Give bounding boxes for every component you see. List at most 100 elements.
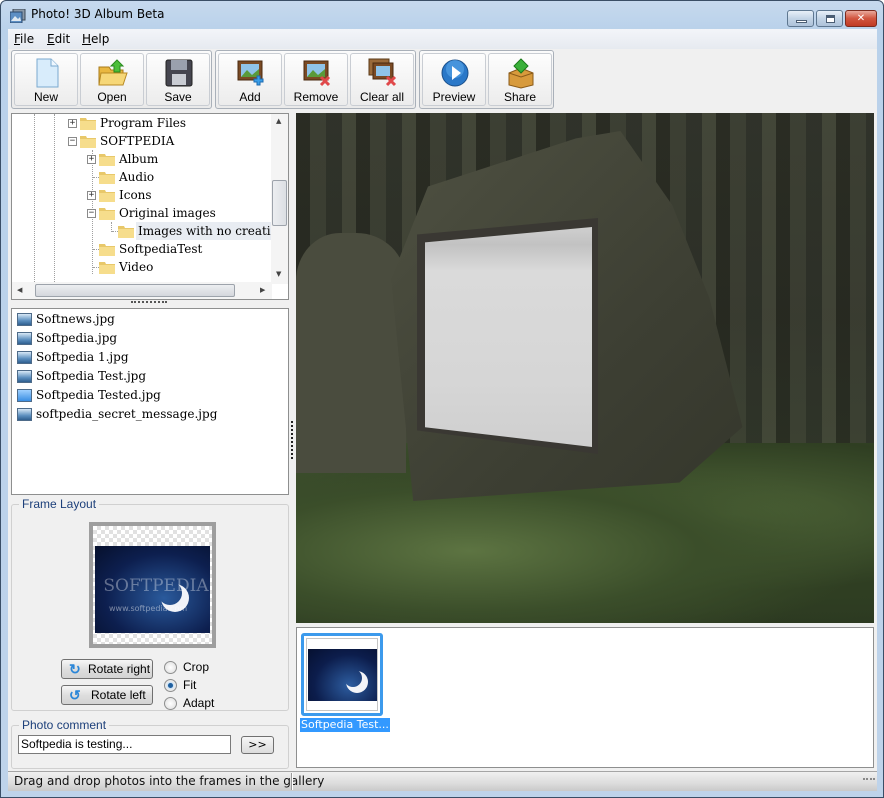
file-name: Softpedia Tested.jpg [36,388,161,402]
collapse-icon[interactable]: − [87,209,96,218]
scroll-left-icon[interactable]: ◀ [17,286,22,294]
open-label: Open [97,90,127,104]
file-name: Softpedia.jpg [36,331,118,345]
scroll-down-icon[interactable]: ▼ [276,270,281,278]
crop-radio[interactable] [164,661,177,674]
photo-comment-input[interactable]: Softpedia is testing... [18,735,231,754]
maximize-button[interactable] [816,10,843,27]
status-text: Drag and drop photos into the frames in … [14,774,325,788]
folder-icon [99,190,115,202]
folder-tree[interactable]: + Program Files − SOFTPEDIA + Album Audi… [11,113,289,300]
image-file-icon [17,313,32,326]
rotate-left-button[interactable]: ↺ Rotate left [61,685,153,705]
apply-comment-button[interactable]: >> [241,736,274,754]
tree-item-label: Original images [119,206,216,220]
tree-item-label: Audio [119,170,155,184]
rotate-right-icon: ↻ [69,661,81,677]
tree-horizontal-scroll-thumb[interactable] [35,284,235,297]
file-name: softpedia_secret_message.jpg [36,407,218,421]
file-name: Softpedia Test.jpg [36,369,147,383]
scroll-right-icon[interactable]: ▶ [260,286,265,294]
remove-label: Remove [293,90,339,104]
tree-item-softpediatest[interactable]: SoftpediaTest [12,240,272,258]
photo-comment-title: Photo comment [22,718,107,732]
image-file-icon [17,389,32,402]
minimize-button[interactable] [787,10,814,27]
panel-splitter[interactable] [291,421,294,459]
tree-item-original-images[interactable]: − Original images [12,204,272,222]
title-bar[interactable]: Photo! 3D Album Beta ✕ [1,1,883,29]
share-button[interactable]: Share [488,53,552,106]
clear-all-button[interactable]: Clear all [350,53,414,106]
remove-button[interactable]: Remove [284,53,348,106]
tree-item-label: Video [119,260,154,274]
file-name: Softnews.jpg [36,312,115,326]
adapt-label: Adapt [183,696,215,710]
menu-edit-accel: E [47,32,55,46]
folder-icon [118,226,134,238]
add-picture-icon [237,60,264,86]
tree-item-video[interactable]: Video [12,258,272,276]
expand-icon[interactable]: + [87,191,96,200]
clear-all-label: Clear all [359,90,404,104]
rotate-right-button[interactable]: ↻ Rotate right [61,659,153,679]
scroll-up-icon[interactable]: ▲ [276,117,281,125]
menu-file[interactable]: File [14,32,34,46]
gallery-thumbnail-caption[interactable]: Softpedia Test... [300,718,390,732]
menu-file-rest: ile [20,32,35,46]
tree-item-label: SoftpediaTest [119,242,203,256]
new-label: New [33,90,58,104]
close-icon: ✕ [856,13,866,24]
add-button[interactable]: Add [218,53,282,106]
new-button[interactable]: New [14,53,78,106]
client-area: File Edit Help New Open Save Add Remove … [8,29,877,791]
rotate-right-label: Rotate right [88,662,151,676]
3d-album-view[interactable] [296,113,874,623]
new-document-icon [36,58,59,88]
tree-item-program-files[interactable]: + Program Files [12,114,272,132]
rotate-left-label: Rotate left [91,688,146,702]
tree-list-splitter[interactable] [131,301,167,305]
tree-item-softpedia[interactable]: − SOFTPEDIA [12,132,272,150]
tree-item-icons[interactable]: + Icons [12,186,272,204]
tree-item-audio[interactable]: Audio [12,168,272,186]
folder-icon [99,262,115,274]
file-list[interactable]: Softnews.jpg Softpedia.jpg Softpedia 1.j… [11,308,289,495]
remove-picture-icon [303,60,331,87]
expand-icon[interactable]: + [87,155,96,164]
preview-button[interactable]: Preview [422,53,486,106]
save-button[interactable]: Save [146,53,210,106]
play-icon [441,59,469,87]
resize-grip-icon[interactable] [863,778,875,788]
toolbar-group-file: New Open Save [11,50,212,109]
tree-item-label: Program Files [100,116,187,130]
fit-radio[interactable] [164,679,177,692]
preview-url-watermark: www.softpedia.com [109,604,188,613]
image-file-icon [17,370,32,383]
tree-item-album[interactable]: + Album [12,150,272,168]
rotate-left-icon: ↺ [69,687,81,703]
rock-left [296,233,406,473]
toolbar-group-output: Preview Share [419,50,554,109]
tree-horizontal-scrollbar[interactable]: ◀ ▶ [12,282,272,299]
expand-icon[interactable]: + [68,119,77,128]
thumbnail-frame [306,638,378,711]
gallery-thumbnail[interactable] [301,633,383,716]
adapt-radio[interactable] [164,697,177,710]
tree-vertical-scrollbar[interactable]: ▲ ▼ [271,114,288,284]
minimize-icon [796,20,807,23]
close-button[interactable]: ✕ [845,10,877,27]
share-box-icon [508,58,534,89]
photo-frame-canvas[interactable] [425,227,592,447]
gallery-strip[interactable]: Softpedia Test... [296,627,874,768]
menu-help[interactable]: Help [82,32,109,46]
collapse-icon[interactable]: − [68,137,77,146]
tree-item-images-no-creation-date[interactable]: Images with no creation d [12,222,272,240]
window-title: Photo! 3D Album Beta [31,7,165,21]
folder-icon [80,118,96,130]
open-button[interactable]: Open [80,53,144,106]
crop-label: Crop [183,660,210,674]
menu-edit[interactable]: Edit [47,32,70,46]
folder-icon [80,136,96,148]
tree-vertical-scroll-thumb[interactable] [272,180,287,226]
